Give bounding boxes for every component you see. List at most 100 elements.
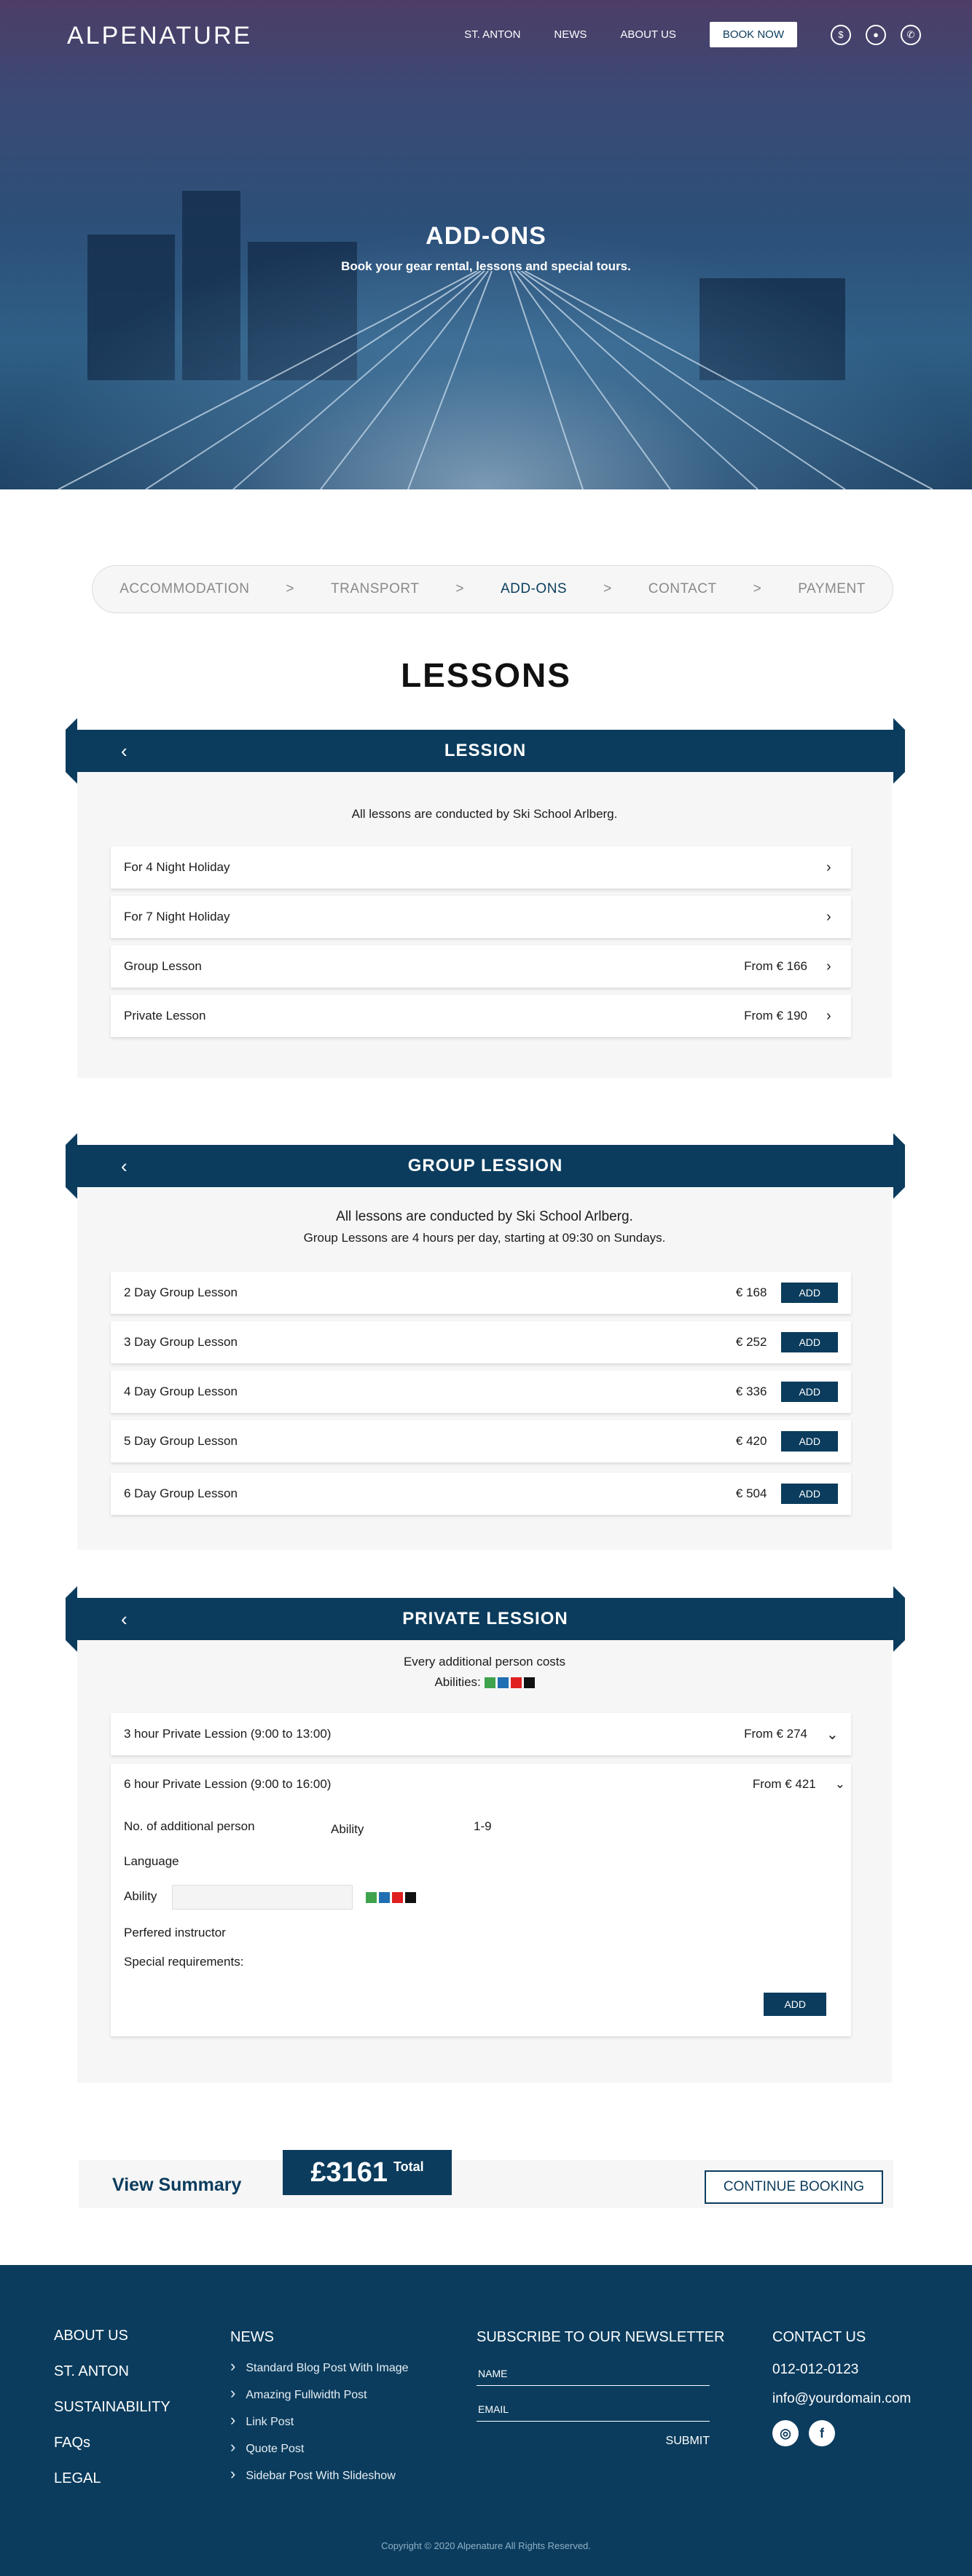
step-add-ons[interactable]: ADD-ONS <box>501 581 567 597</box>
group-lession-header: ‹ GROUP LESSION <box>66 1133 905 1199</box>
continue-booking-button[interactable]: CONTINUE BOOKING <box>704 2170 883 2204</box>
list-item: 5 Day Group Lesson € 420 ADD <box>111 1420 851 1462</box>
row-price: € 252 <box>735 1335 767 1349</box>
chevron-left-icon[interactable]: ‹ <box>121 1155 128 1178</box>
footer-link-faqs[interactable]: FAQs <box>54 2435 171 2451</box>
list-item[interactable]: Private Lesson From € 190 › <box>111 995 851 1037</box>
step-separator: > <box>455 581 464 596</box>
newsletter-email-input[interactable]: EMAIL <box>477 2398 710 2422</box>
news-heading: NEWS <box>230 2329 274 2345</box>
newsletter-submit-button[interactable]: SUBMIT <box>477 2435 710 2448</box>
ability-green-swatch <box>484 1677 495 1689</box>
expanded-row-header[interactable]: 6 hour Private Lession (9:00 to 16:00) F… <box>124 1777 845 1792</box>
newsletter: SUBSCRIBE TO OUR NEWSLETTER NAME EMAIL S… <box>477 2329 724 2448</box>
newsletter-name-input[interactable]: NAME <box>477 2362 710 2386</box>
row-price: € 420 <box>735 1434 767 1448</box>
total-label: Total <box>393 2159 424 2174</box>
footer-link-sustainability[interactable]: SUSTAINABILITY <box>54 2399 171 2416</box>
chevron-left-icon[interactable]: ‹ <box>121 1608 128 1631</box>
lession-header: ‹ LESSION <box>66 718 905 784</box>
total-badge: £3161 Total <box>283 2150 452 2195</box>
footer-contact: CONTACT US 012-012-0123 info@yourdomain.… <box>772 2329 911 2459</box>
list-item[interactable]: Group Lesson From € 166 › <box>111 945 851 988</box>
ability-blue-option[interactable] <box>379 1892 390 1903</box>
chevron-down-icon: ⌄ <box>826 1726 839 1743</box>
row-label: 6 Day Group Lesson <box>124 1486 238 1500</box>
private-lession-header: ‹ PRIVATE LESSION <box>66 1586 905 1652</box>
list-item[interactable]: For 7 Night Holiday › <box>111 896 851 938</box>
main-nav: ST. ANTON NEWS ABOUT US BOOK NOW $ ● ✆ <box>464 22 921 47</box>
footer-link-legal[interactable]: LEGAL <box>54 2470 171 2487</box>
footer-links: ABOUT US ST. ANTON SUSTAINABILITY FAQs L… <box>54 2328 171 2506</box>
copyright: Copyright © 2020 Alpenature All Rights R… <box>381 2540 591 2551</box>
news-link[interactable]: Quote Post <box>230 2443 409 2456</box>
ability-black-swatch <box>523 1677 535 1689</box>
booking-steps: ACCOMMODATION > TRANSPORT > ADD-ONS > CO… <box>92 565 893 613</box>
ability-red-option[interactable] <box>392 1892 403 1903</box>
list-item[interactable]: 3 hour Private Lession (9:00 to 13:00) F… <box>111 1713 851 1755</box>
additional-person-label: No. of additional person <box>124 1819 255 1833</box>
footer-link-about[interactable]: ABOUT US <box>54 2328 171 2344</box>
add-button[interactable]: ADD <box>781 1382 838 1402</box>
list-item: 2 Day Group Lesson € 168 ADD <box>111 1272 851 1314</box>
instagram-icon[interactable]: ◎ <box>772 2420 799 2446</box>
step-transport[interactable]: TRANSPORT <box>331 581 419 597</box>
chevron-down-icon: ⌄ <box>834 1777 845 1791</box>
step-separator: > <box>286 581 295 596</box>
ability-picker <box>366 1892 416 1903</box>
step-accommodation[interactable]: ACCOMMODATION <box>119 581 249 597</box>
contact-email[interactable]: info@yourdomain.com <box>772 2391 911 2407</box>
facebook-icon[interactable]: f <box>809 2420 835 2446</box>
nav-st-anton[interactable]: ST. ANTON <box>464 28 520 41</box>
panel-title: LESSION <box>444 741 527 760</box>
ability-green-option[interactable] <box>366 1892 377 1903</box>
footer-news: NEWS Standard Blog Post With Image Amazi… <box>230 2329 409 2497</box>
brand-logo[interactable]: ALPENATURE <box>67 22 252 50</box>
currency-exchange-icon[interactable]: $ <box>831 24 851 45</box>
user-icon[interactable]: ● <box>866 24 886 45</box>
list-item: 4 Day Group Lesson € 336 ADD <box>111 1371 851 1413</box>
row-label: For 4 Night Holiday <box>124 860 230 874</box>
book-now-button[interactable]: BOOK NOW <box>709 22 797 47</box>
row-price: € 504 <box>735 1486 767 1500</box>
abilities-legend: Abilities: <box>77 1675 892 1690</box>
add-button[interactable]: ADD <box>781 1332 838 1352</box>
contact-phone[interactable]: 012-012-0123 <box>772 2362 911 2378</box>
news-link[interactable]: Link Post <box>230 2416 409 2429</box>
add-button[interactable]: ADD <box>781 1431 838 1452</box>
news-link[interactable]: Standard Blog Post With Image <box>230 2362 408 2375</box>
instructor-label: Perfered instructor <box>124 1926 226 1939</box>
nav-news[interactable]: NEWS <box>554 28 587 41</box>
chevron-left-icon[interactable]: ‹ <box>121 740 128 763</box>
add-button[interactable]: ADD <box>781 1283 838 1303</box>
ability-black-option[interactable] <box>405 1892 416 1903</box>
step-separator: > <box>603 581 612 596</box>
ability-blue-swatch <box>497 1677 509 1689</box>
news-link[interactable]: Sidebar Post With Slideshow <box>230 2470 409 2483</box>
nav-about-us[interactable]: ABOUT US <box>620 28 675 41</box>
add-button[interactable]: ADD <box>781 1484 838 1504</box>
row-label: 2 Day Group Lesson <box>124 1285 238 1299</box>
group-lession-panel: All lessons are conducted by Ski School … <box>77 1162 892 1550</box>
step-payment[interactable]: PAYMENT <box>798 581 866 597</box>
social-links: ◎ f <box>772 2420 911 2446</box>
lession-note: All lessons are conducted by Ski School … <box>351 807 618 821</box>
footer-link-st-anton[interactable]: ST. ANTON <box>54 2363 171 2380</box>
additional-person-range[interactable]: 1-9 <box>474 1819 492 1834</box>
add-button[interactable]: ADD <box>764 1993 826 2016</box>
group-note-hours: Group Lessons are 4 hours per day, start… <box>303 1231 666 1245</box>
list-item: 6 Day Group Lesson € 504 ADD <box>111 1473 851 1515</box>
news-link[interactable]: Amazing Fullwidth Post <box>230 2389 409 2402</box>
step-contact[interactable]: CONTACT <box>648 581 717 597</box>
ability-swatches <box>484 1677 535 1689</box>
phone-icon[interactable]: ✆ <box>901 24 921 45</box>
list-item[interactable]: For 4 Night Holiday › <box>111 846 851 889</box>
language-label: Language <box>124 1854 179 1868</box>
chevron-right-icon: › <box>826 859 831 875</box>
lession-panel: All lessons are conducted by Ski School … <box>77 749 892 1078</box>
row-label: 3 Day Group Lesson <box>124 1335 238 1349</box>
ability-column-label: Ability <box>331 1822 364 1836</box>
list-item: 3 Day Group Lesson € 252 ADD <box>111 1321 851 1363</box>
view-summary-link[interactable]: View Summary <box>112 2175 241 2196</box>
ability-input[interactable] <box>172 1885 353 1910</box>
